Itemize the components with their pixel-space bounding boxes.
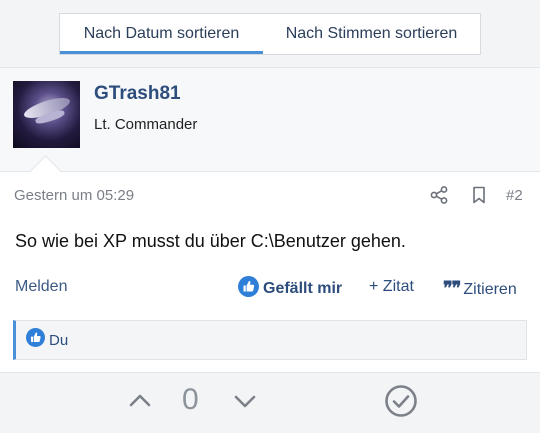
tab-sort-by-votes[interactable]: Nach Stimmen sortieren (263, 14, 480, 54)
sort-tabs: Nach Datum sortieren Nach Stimmen sortie… (59, 13, 481, 55)
reaction-users: Du (49, 331, 69, 349)
like-button[interactable]: Gefällt mir (238, 276, 342, 302)
page: Nach Datum sortieren Nach Stimmen sortie… (0, 0, 540, 433)
vote-count: 0 (182, 383, 199, 416)
chevron-up-icon[interactable] (128, 389, 152, 418)
quote-icon: ❞❞ (443, 278, 461, 298)
post-date[interactable]: Gestern um 05:29 (14, 187, 134, 204)
check-circle-icon[interactable] (384, 384, 418, 423)
quote-button[interactable]: ❞❞ Zitieren (443, 278, 517, 299)
tab-sort-by-date[interactable]: Nach Datum sortieren (60, 14, 263, 54)
report-button[interactable]: Melden (15, 278, 67, 296)
post-body-text: So wie bei XP musst du über C:\Benutzer … (15, 231, 406, 251)
bookmark-icon[interactable] (469, 185, 489, 205)
username[interactable]: GTrash81 (94, 83, 181, 105)
like-icon (238, 276, 259, 302)
post-user-header: GTrash81 Lt. Commander (0, 68, 540, 172)
quote-label: Zitieren (463, 281, 517, 298)
add-quote-button[interactable]: + Zitat (369, 278, 414, 296)
like-label: Gefällt mir (263, 280, 343, 297)
post-card: GTrash81 Lt. Commander Gestern um 05:29 … (0, 67, 540, 373)
vote-bar: 0 (0, 375, 540, 427)
chevron-down-icon[interactable] (233, 389, 257, 418)
share-icon[interactable] (429, 185, 449, 205)
post-number-link[interactable]: #2 (506, 187, 523, 204)
user-rank: Lt. Commander (94, 116, 198, 133)
like-icon-small (26, 328, 45, 352)
reaction-summary[interactable]: Du (13, 320, 527, 360)
avatar[interactable] (13, 81, 80, 148)
